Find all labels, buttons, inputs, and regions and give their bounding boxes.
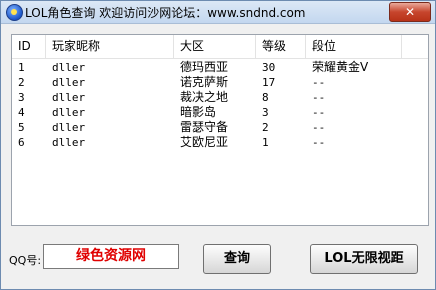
cell-id: 5 — [18, 121, 25, 134]
column-header-region[interactable]: 大区 — [174, 35, 256, 58]
results-list[interactable]: ID 玩家昵称 大区 等级 段位 1 dller 德玛西亚 30 荣耀黄金V 2… — [11, 34, 429, 226]
cell-level: 3 — [262, 106, 269, 119]
cell-region: 诺克萨斯 — [180, 75, 229, 89]
cell-id: 4 — [18, 106, 25, 119]
app-icon — [6, 4, 23, 21]
lol-unlimited-view-button[interactable]: LOL无限视距 — [310, 244, 418, 274]
cell-id: 1 — [18, 61, 25, 74]
cell-nickname: dller — [52, 136, 86, 149]
cell-id: 6 — [18, 136, 25, 149]
table-row[interactable]: 2 dller 诺克萨斯 17 -- — [12, 75, 428, 90]
app-window: LOL角色查询 欢迎访问沙网论坛：www.sndnd.com ✕ ID 玩家昵称… — [0, 0, 436, 290]
qq-label: QQ号: — [9, 254, 42, 267]
cell-region: 暗影岛 — [180, 105, 217, 119]
title-bar[interactable]: LOL角色查询 欢迎访问沙网论坛：www.sndnd.com ✕ — [1, 1, 435, 24]
cell-id: 3 — [18, 91, 25, 104]
cell-level: 30 — [262, 61, 276, 74]
cell-nickname: dller — [52, 106, 86, 119]
cell-level: 1 — [262, 136, 269, 149]
cell-nickname: dller — [52, 76, 86, 89]
column-header-nickname[interactable]: 玩家昵称 — [46, 35, 174, 58]
cell-rank: -- — [312, 136, 326, 149]
cell-region: 艾欧尼亚 — [180, 135, 229, 149]
window-title: LOL角色查询 欢迎访问沙网论坛：www.sndnd.com — [25, 6, 306, 20]
table-row[interactable]: 5 dller 雷瑟守备 2 -- — [12, 120, 428, 135]
table-row[interactable]: 3 dller 裁决之地 8 -- — [12, 90, 428, 105]
column-header-level[interactable]: 等级 — [256, 35, 306, 58]
cell-region: 裁决之地 — [180, 90, 229, 104]
cell-rank: 荣耀黄金V — [312, 60, 369, 74]
close-button[interactable]: ✕ — [389, 2, 431, 22]
table-row[interactable]: 6 dller 艾欧尼亚 1 -- — [12, 135, 428, 150]
table-row[interactable]: 4 dller 暗影岛 3 -- — [12, 105, 428, 120]
qq-input[interactable]: 绿色资源网 — [43, 244, 179, 269]
cell-level: 17 — [262, 76, 276, 89]
column-header-id[interactable]: ID — [12, 35, 46, 58]
cell-region: 雷瑟守备 — [180, 120, 229, 134]
table-row[interactable]: 1 dller 德玛西亚 30 荣耀黄金V — [12, 60, 428, 75]
cell-rank: -- — [312, 76, 326, 89]
cell-nickname: dller — [52, 121, 86, 134]
cell-nickname: dller — [52, 91, 86, 104]
cell-id: 2 — [18, 76, 25, 89]
cell-rank: -- — [312, 91, 326, 104]
cell-rank: -- — [312, 121, 326, 134]
cell-rank: -- — [312, 106, 326, 119]
cell-level: 8 — [262, 91, 269, 104]
query-button[interactable]: 查询 — [203, 244, 271, 274]
cell-region: 德玛西亚 — [180, 60, 229, 74]
cell-level: 2 — [262, 121, 269, 134]
column-header-rank[interactable]: 段位 — [306, 35, 402, 58]
list-header: ID 玩家昵称 大区 等级 段位 — [12, 35, 428, 59]
cell-nickname: dller — [52, 61, 86, 74]
